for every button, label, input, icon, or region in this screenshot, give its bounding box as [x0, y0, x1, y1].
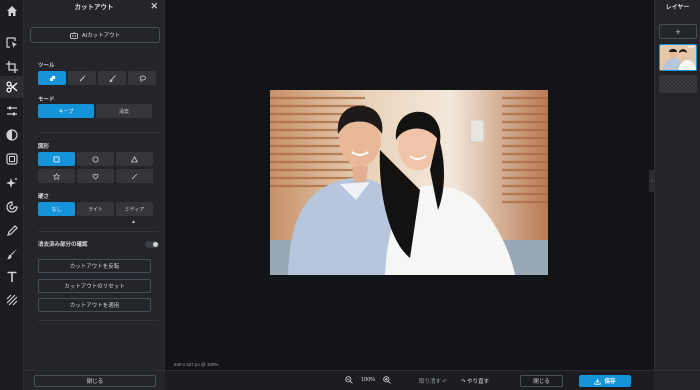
shape-triangle-button[interactable]	[116, 152, 153, 166]
divider	[38, 231, 159, 232]
shape-buttons-row2	[38, 169, 153, 183]
robot-icon	[69, 31, 78, 39]
check-erased-row: 消去済み部分の確認	[38, 239, 159, 249]
zoom-out-icon[interactable]	[345, 376, 353, 384]
triangle-icon	[131, 155, 138, 162]
mode-buttons: キープ 消去	[38, 104, 152, 118]
zoom-controls: 100%	[345, 376, 391, 384]
line-icon	[131, 173, 138, 179]
magic-wand-icon	[79, 74, 85, 81]
panel-close-button[interactable]: 閉じる	[34, 375, 156, 387]
redo-label: やり直す	[467, 379, 490, 385]
ai-cutout-label: AIカットアウト	[81, 33, 121, 39]
retouch-icon[interactable]	[4, 199, 20, 215]
cutout-scissors-icon[interactable]	[0, 76, 24, 98]
invert-cutout-button[interactable]: カットアウトを反転	[38, 259, 151, 273]
add-layer-button[interactable]: +	[659, 24, 697, 39]
filter-icon[interactable]	[4, 127, 20, 143]
home-icon[interactable]	[4, 3, 20, 19]
mode-erase-button[interactable]: 消去	[96, 104, 152, 118]
layer-transparent-thumbnail[interactable]	[659, 75, 697, 93]
hardness-buttons: なし ライト ミディア	[38, 202, 153, 216]
draw-pen-icon[interactable]	[4, 223, 20, 239]
tool-buttons	[38, 71, 156, 85]
check-erased-label: 消去済み部分の確認	[38, 242, 88, 248]
shape-cut-tool-button[interactable]	[38, 71, 66, 85]
layer-photo-thumbnail[interactable]: •••	[659, 44, 697, 71]
shape-line-button[interactable]	[116, 169, 153, 183]
save-download-icon	[594, 378, 602, 385]
panel-header: カットアウト ✕	[24, 0, 164, 12]
reset-cutout-button[interactable]: カットアウトのリセット	[38, 279, 151, 293]
undo-label: 取り消す	[419, 379, 442, 385]
rectangle-icon	[53, 156, 60, 162]
canvas-size-label: 640 x 427 px @ 100%	[174, 362, 219, 367]
sparkle-icon[interactable]	[4, 175, 20, 191]
text-icon[interactable]	[4, 269, 20, 285]
lasso-tool-button[interactable]	[128, 71, 156, 85]
layers-footer	[654, 370, 700, 390]
undo-arrow-icon: ↶	[442, 379, 448, 385]
undo-button[interactable]: 取り消す ↶	[419, 377, 447, 385]
hardness-label: 硬さ	[38, 194, 50, 200]
shape-label: 図形	[38, 144, 50, 150]
couple-photo	[270, 90, 548, 275]
brush-icon[interactable]	[4, 246, 20, 262]
lasso-icon	[139, 75, 146, 82]
circle-icon	[92, 156, 99, 162]
hardness-light-button[interactable]: ライト	[77, 202, 114, 216]
texture-icon[interactable]	[4, 292, 20, 308]
apply-cutout-button[interactable]: カットアウトを適用	[38, 298, 151, 312]
crop-icon[interactable]	[4, 59, 20, 75]
heart-icon	[92, 173, 99, 179]
mode-keep-button[interactable]: キープ	[38, 104, 94, 118]
canvas-area: 640 x 427 px @ 100%	[165, 0, 654, 370]
zoom-level[interactable]: 100%	[361, 377, 375, 383]
ai-cutout-button[interactable]: AIカットアウト	[30, 27, 160, 43]
divider	[38, 132, 159, 133]
save-button[interactable]: 保存	[579, 375, 631, 387]
close-icon[interactable]: ✕	[150, 1, 158, 12]
shape-buttons-row1	[38, 152, 153, 166]
check-erased-toggle[interactable]	[145, 240, 159, 248]
shape-circle-button[interactable]	[77, 152, 114, 166]
divider	[38, 320, 159, 321]
brush-tool-button[interactable]	[98, 71, 126, 85]
magic-wand-tool-button[interactable]	[68, 71, 96, 85]
bottom-toolbar: 100% 取り消す ↶ ↷ やり直す 閉じる 保存	[165, 370, 654, 390]
select-arrow-icon[interactable]	[4, 35, 20, 51]
panel-title: カットアウト	[74, 4, 114, 11]
tool-rail	[0, 0, 24, 390]
hardness-medium-button[interactable]: ミディア	[116, 202, 153, 216]
save-label: 保存	[604, 379, 616, 385]
photo-canvas[interactable]	[270, 90, 548, 275]
caret-up-icon[interactable]: ▲	[131, 219, 136, 225]
layer-more-options[interactable]: •••	[688, 45, 694, 51]
redo-button[interactable]: ↷ やり直す	[461, 377, 489, 385]
shape-rectangle-button[interactable]	[38, 152, 75, 166]
adjust-sliders-icon[interactable]	[4, 103, 20, 119]
mode-label: モード	[38, 97, 55, 103]
shape-cut-icon	[49, 75, 55, 81]
zoom-in-icon[interactable]	[383, 376, 391, 384]
star-icon	[53, 172, 60, 180]
cutout-panel: カットアウト ✕ AIカットアウト ツール モード キープ 消去 図形 硬さ な…	[24, 0, 165, 390]
layers-title: レイヤー	[665, 4, 690, 11]
shape-heart-button[interactable]	[77, 169, 114, 183]
panel-footer: 閉じる	[24, 370, 165, 390]
hardness-none-button[interactable]: なし	[38, 202, 75, 216]
tool-label: ツール	[38, 63, 55, 69]
shape-star-button[interactable]	[38, 169, 75, 183]
layers-panel: レイヤー + •••	[654, 0, 700, 390]
frame-icon[interactable]	[4, 151, 20, 167]
brush-icon	[108, 74, 116, 82]
redo-arrow-icon: ↷	[461, 379, 466, 385]
editor-app: カットアウト ✕ AIカットアウト ツール モード キープ 消去 図形 硬さ な…	[0, 0, 700, 390]
close-button[interactable]: 閉じる	[520, 375, 563, 387]
